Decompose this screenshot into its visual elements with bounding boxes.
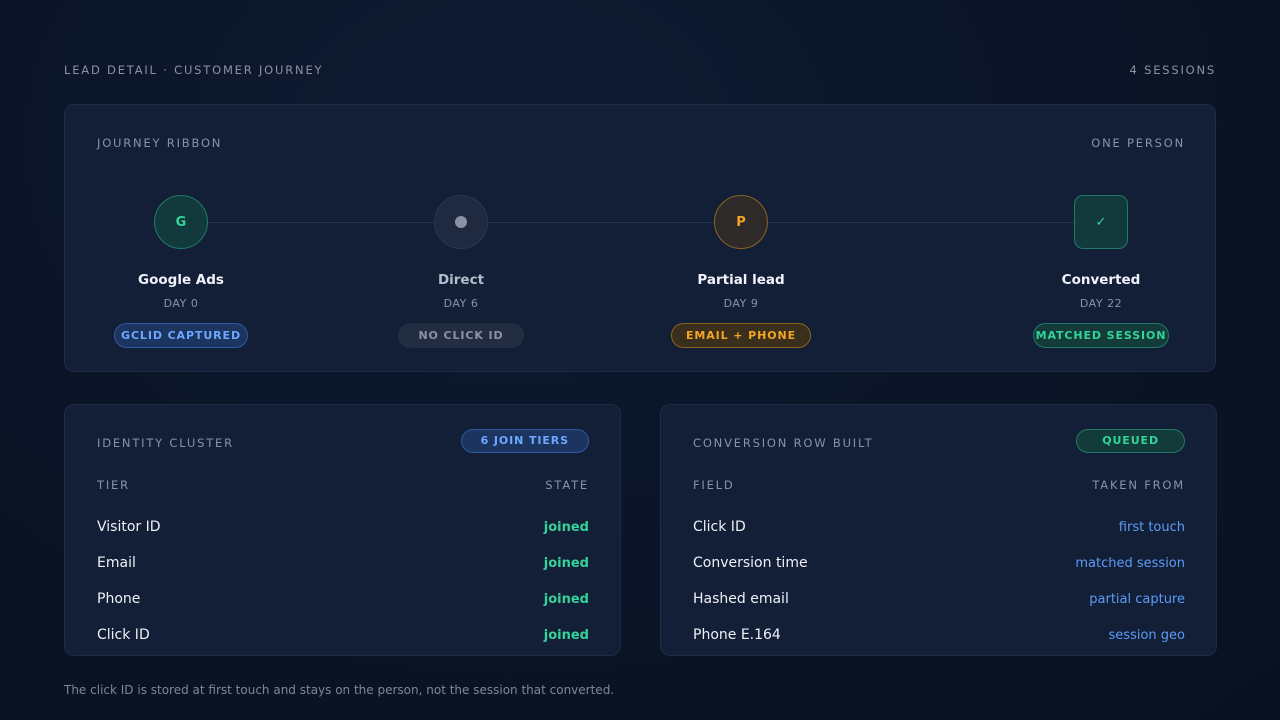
state-value: joined xyxy=(543,627,589,643)
stage-day: DAY 0 xyxy=(163,297,199,310)
stage-title: Partial lead xyxy=(697,272,785,288)
stage-day: DAY 22 xyxy=(1079,297,1123,310)
dot-icon xyxy=(455,216,467,228)
stage-title: Google Ads xyxy=(138,272,224,288)
tier-label: Visitor ID xyxy=(97,519,161,535)
conversion-row-panel: CONVERSION ROW BUILT QUEUED FIELD TAKEN … xyxy=(660,404,1217,656)
tier-label: Click ID xyxy=(97,627,150,643)
stage-day: DAY 6 xyxy=(443,297,479,310)
stage-day: DAY 9 xyxy=(723,297,759,310)
source-link[interactable]: session geo xyxy=(1109,628,1185,643)
source-link[interactable]: first touch xyxy=(1119,520,1185,535)
conversion-table: Click ID first touch Conversion time mat… xyxy=(693,509,1185,653)
stage-tag: EMAIL + PHONE xyxy=(671,323,811,348)
partial-lead-node-icon: P xyxy=(714,195,768,249)
source-link[interactable]: partial capture xyxy=(1089,592,1185,607)
google-ads-node-icon: G xyxy=(154,195,208,249)
page-header: LEAD DETAIL · CUSTOMER JOURNEY 4 SESSION… xyxy=(64,63,1216,77)
stage-title: Converted xyxy=(1061,272,1141,288)
stage-google-ads[interactable]: G Google Ads DAY 0 GCLID CAPTURED xyxy=(81,195,281,348)
column-header-field: FIELD xyxy=(693,478,735,492)
journey-ribbon-card: JOURNEY RIBBON ONE PERSON G Google Ads D… xyxy=(64,104,1216,372)
column-header-taken-from: TAKEN FROM xyxy=(1092,478,1185,492)
tier-label: Email xyxy=(97,555,136,571)
stage-tag: NO CLICK ID xyxy=(398,323,524,348)
panel-title: IDENTITY CLUSTER xyxy=(97,435,234,450)
stage-tag: MATCHED SESSION xyxy=(1032,323,1170,348)
table-row: Phone E.164 session geo xyxy=(693,617,1185,653)
table-row: Phone joined xyxy=(97,581,589,617)
state-value: joined xyxy=(543,555,589,571)
panel-title: CONVERSION ROW BUILT xyxy=(693,435,874,450)
footnote: The click ID is stored at first touch an… xyxy=(64,683,615,697)
stage-direct[interactable]: Direct DAY 6 NO CLICK ID xyxy=(361,195,561,348)
table-row: Click ID first touch xyxy=(693,509,1185,545)
direct-node-icon xyxy=(434,195,488,249)
table-row: Email joined xyxy=(97,545,589,581)
tier-label: Phone xyxy=(97,591,141,607)
identity-cluster-panel: IDENTITY CLUSTER 6 JOIN TIERS TIER STATE… xyxy=(64,404,621,656)
field-label: Click ID xyxy=(693,519,746,535)
stage-converted[interactable]: ✓ Converted DAY 22 MATCHED SESSION xyxy=(1001,195,1201,348)
table-row: Click ID joined xyxy=(97,617,589,653)
stage-title: Direct xyxy=(437,272,485,288)
table-row: Visitor ID joined xyxy=(97,509,589,545)
checkmark-icon: ✓ xyxy=(1074,195,1128,249)
field-label: Conversion time xyxy=(693,555,808,571)
page-title: LEAD DETAIL · CUSTOMER JOURNEY xyxy=(64,63,324,77)
join-tiers-badge: 6 JOIN TIERS xyxy=(460,429,589,453)
state-value: joined xyxy=(543,591,589,607)
table-row: Hashed email partial capture xyxy=(693,581,1185,617)
stage-tag: GCLID CAPTURED xyxy=(114,323,248,348)
table-row: Conversion time matched session xyxy=(693,545,1185,581)
stage-partial-lead[interactable]: P Partial lead DAY 9 EMAIL + PHONE xyxy=(641,195,841,348)
field-label: Phone E.164 xyxy=(693,627,781,643)
queued-badge: QUEUED xyxy=(1076,429,1185,453)
ribbon-title: JOURNEY RIBBON xyxy=(97,136,223,150)
source-link[interactable]: matched session xyxy=(1075,556,1185,571)
column-header-tier: TIER xyxy=(97,478,130,492)
column-header-state: STATE xyxy=(545,478,589,492)
state-value: joined xyxy=(543,519,589,535)
session-count: 4 SESSIONS xyxy=(1129,63,1216,77)
ribbon-subtitle: ONE PERSON xyxy=(1091,136,1185,150)
field-label: Hashed email xyxy=(693,591,789,607)
identity-table: Visitor ID joined Email joined Phone joi… xyxy=(97,509,589,653)
